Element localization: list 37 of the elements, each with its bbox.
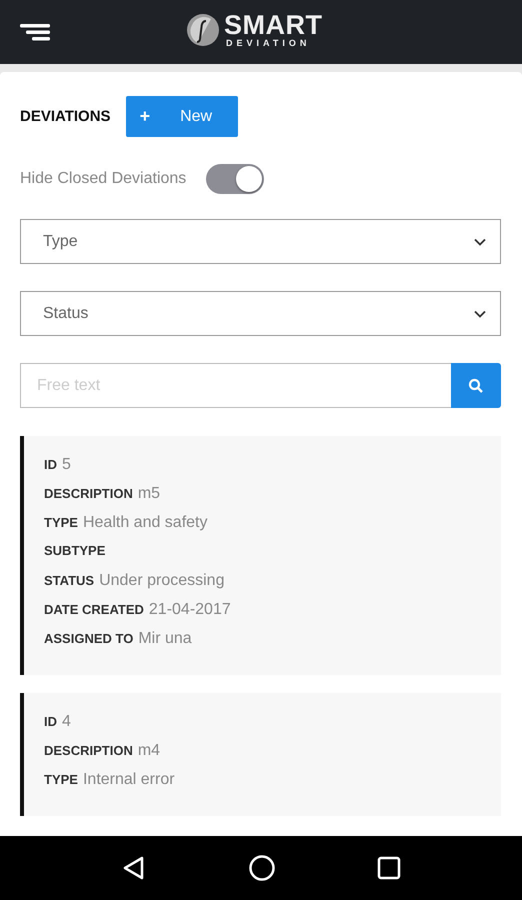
field-label: ASSIGNED TO (44, 631, 134, 646)
menu-icon[interactable] (20, 22, 52, 42)
field-label: ID (44, 714, 57, 729)
select-field[interactable]: Type (20, 219, 501, 264)
field-label: SUBTYPE (44, 543, 106, 558)
field-label: DATE CREATED (44, 602, 144, 617)
field-label: DESCRIPTION (44, 486, 133, 501)
field-label: TYPE (44, 515, 78, 530)
field-label: STATUS (44, 573, 94, 588)
toggle-switch[interactable] (206, 164, 264, 194)
deviation-card[interactable]: ID 4 DESCRIPTION m4 TYPE Internal error (20, 693, 501, 816)
home-icon[interactable] (248, 854, 276, 882)
new-button[interactable]: + New (126, 96, 238, 137)
field-value: m5 (138, 485, 160, 503)
deviation-card[interactable]: ID 5 DESCRIPTION m5 TYPE Health and safety SUBTYPE STATUS Under processing DATE CREATED 21-04-2017 ASSIGNED TO Mir una (20, 436, 501, 675)
field-value: m4 (138, 742, 160, 760)
logo-subtitle: DEVIATION (226, 39, 312, 48)
toggle-label: Hide Closed Deviations (20, 170, 186, 188)
field-label: DESCRIPTION (44, 743, 133, 758)
select-field[interactable]: Status (20, 291, 501, 336)
field-value: Health and safety (82, 514, 208, 532)
field-value: 4 (62, 713, 71, 731)
search-button[interactable] (451, 363, 501, 408)
field-value: 5 (62, 456, 71, 474)
field-value: Under processing (99, 572, 224, 590)
search-icon (468, 378, 484, 394)
field-label: TYPE (44, 772, 78, 787)
chevron-icon (474, 238, 486, 246)
field-value: 21-04-2017 (148, 601, 231, 619)
field-value: Internal error (82, 771, 175, 789)
logo-title: SMART (224, 12, 322, 39)
field-value: Mir una (138, 630, 192, 648)
page-title: DEVIATIONS (20, 108, 111, 125)
chevron-icon (474, 310, 486, 318)
logo-icon (186, 13, 220, 47)
recents-icon[interactable] (377, 856, 402, 880)
field-label: ID (44, 457, 57, 472)
